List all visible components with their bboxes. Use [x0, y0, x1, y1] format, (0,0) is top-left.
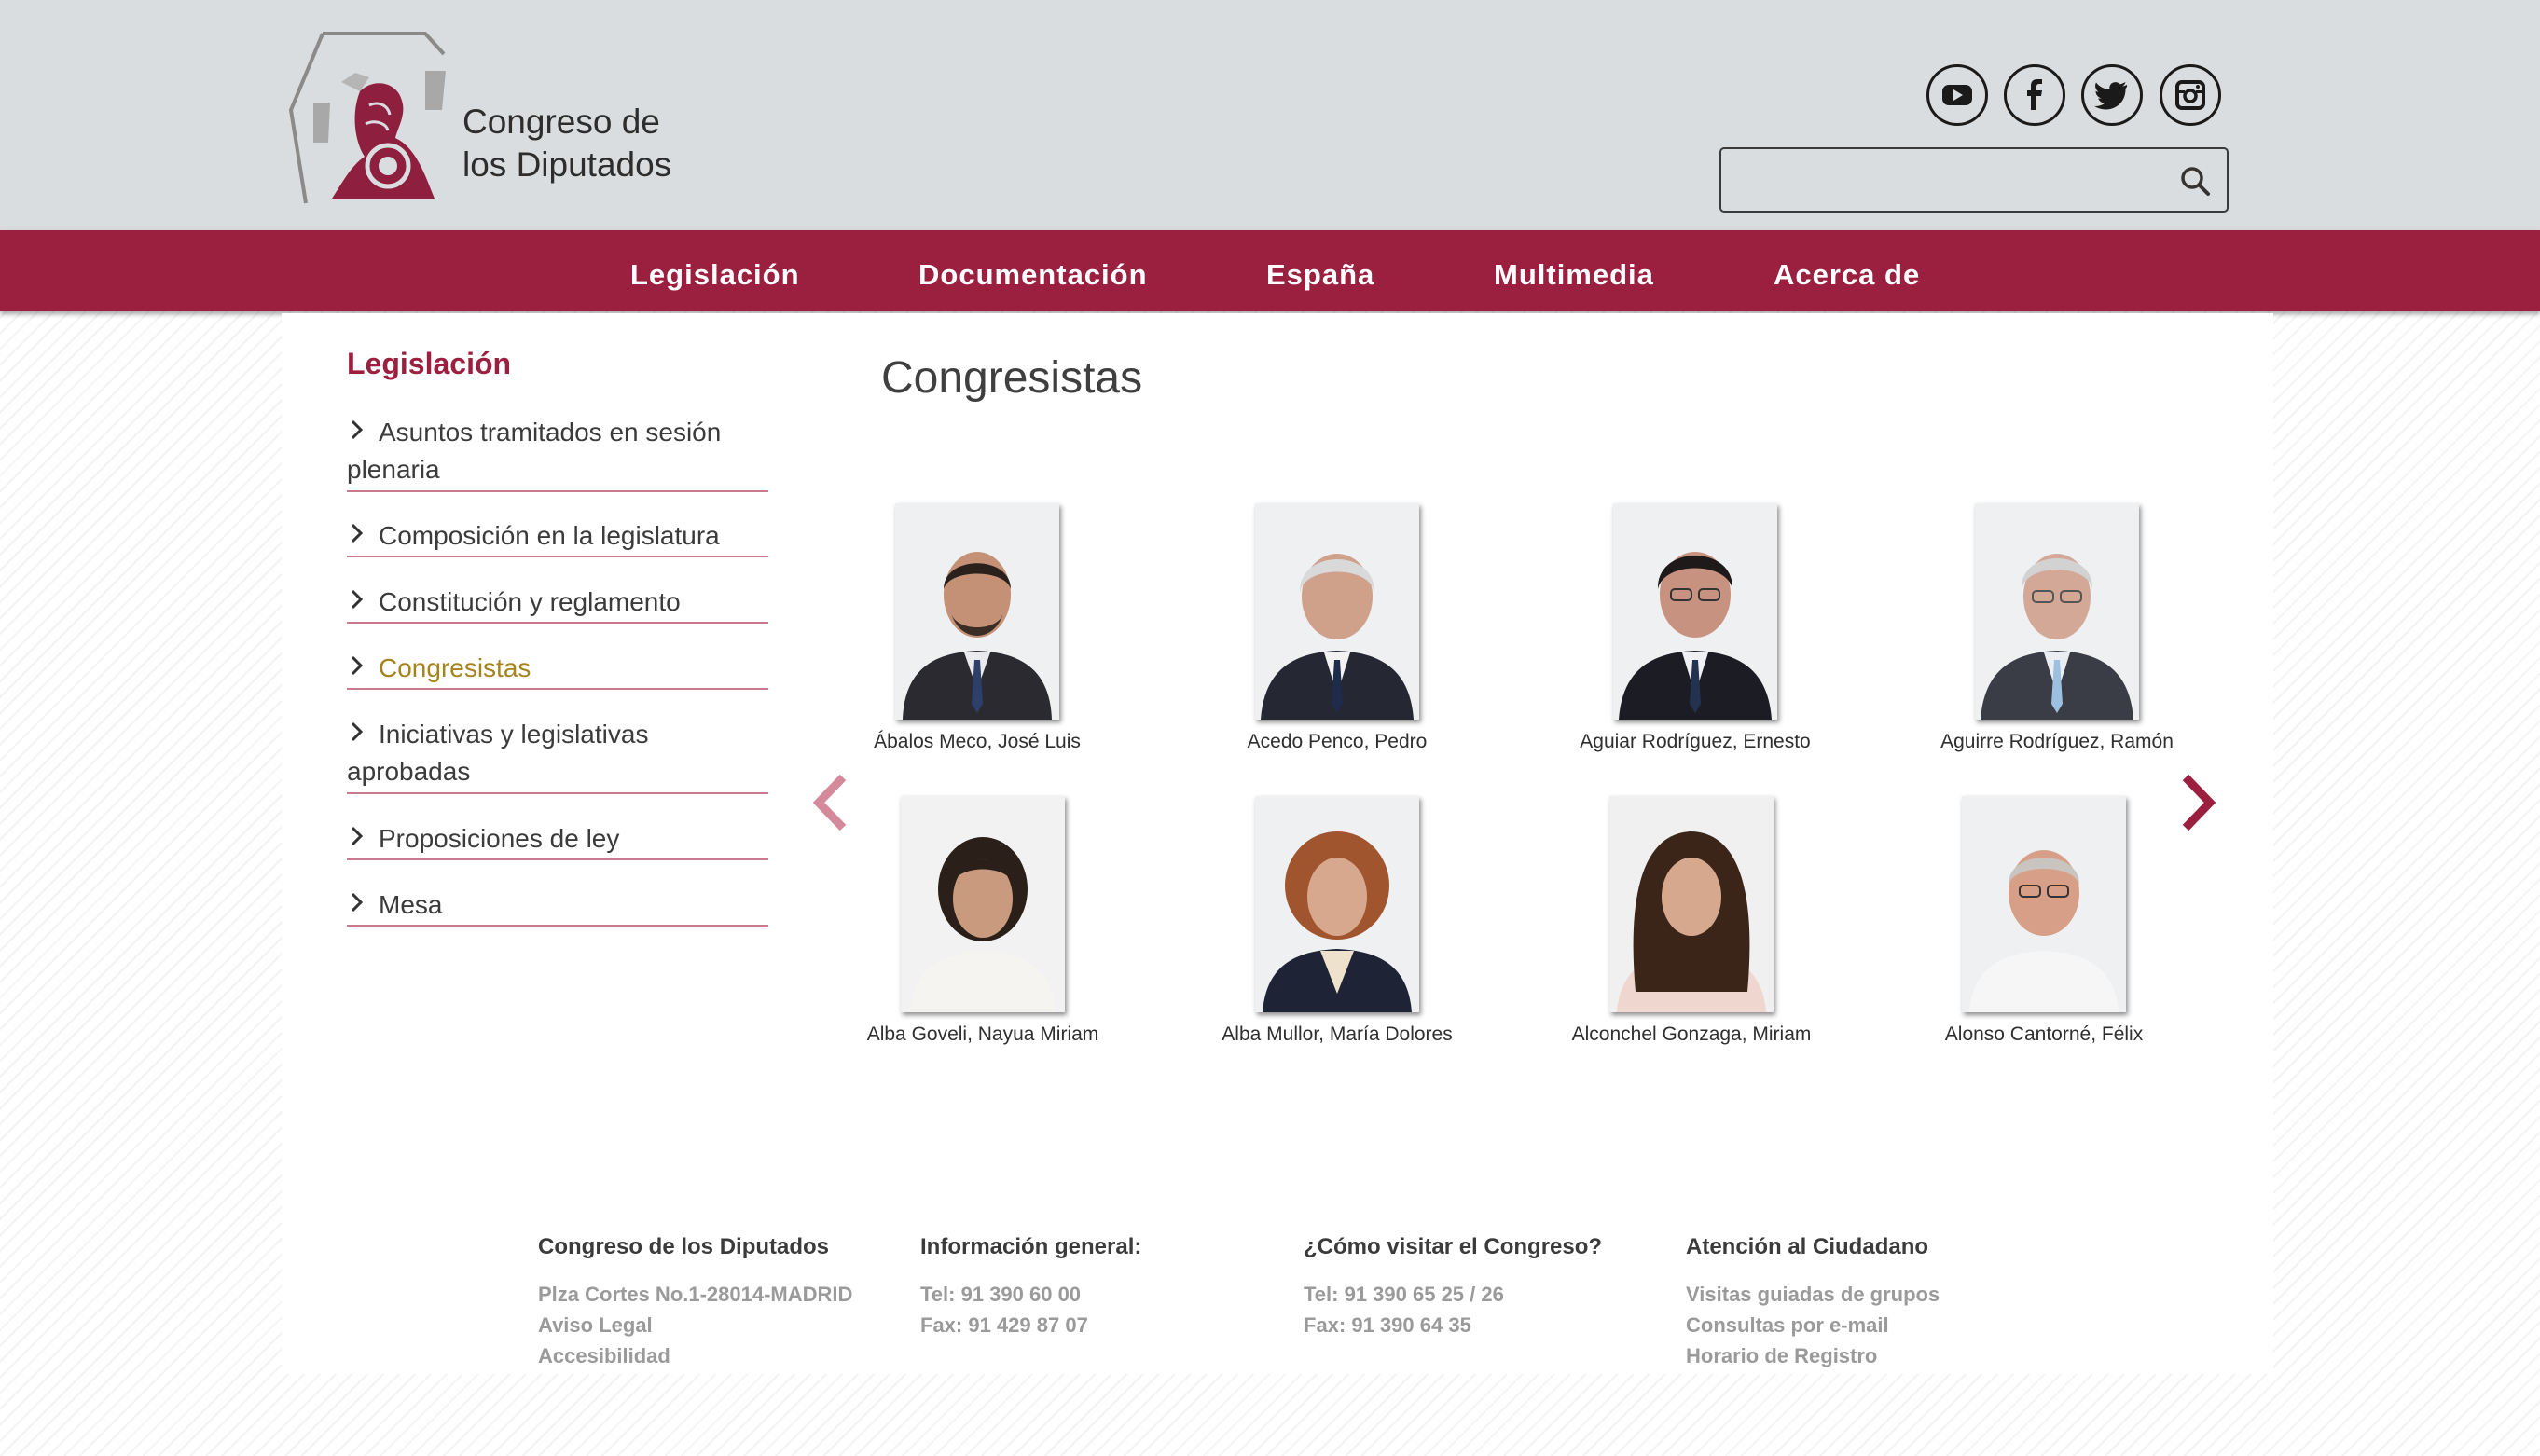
- sidebar-item-label: Asuntos tramitados en sesión plenaria: [347, 418, 722, 484]
- member-photo: [1962, 796, 2126, 1012]
- footer-heading: Información general:: [920, 1234, 1142, 1259]
- person-silhouette-icon: [1255, 503, 1419, 720]
- chevron-right-icon: [351, 589, 364, 610]
- search-input[interactable]: [1731, 157, 2154, 205]
- member-name: Alba Goveli, Nayua Miriam: [866, 1023, 1099, 1045]
- member-card[interactable]: Alonso Cantorné, Félix: [1904, 796, 2184, 1046]
- nav-item-legislacion[interactable]: Legislación: [630, 230, 800, 311]
- nav-item-acerca-de[interactable]: Acerca de: [1774, 230, 1920, 311]
- instagram-icon: [2175, 80, 2205, 110]
- member-card[interactable]: Aguirre Rodríguez, Ramón: [1917, 503, 2197, 753]
- member-card[interactable]: Alba Mullor, María Dolores: [1197, 796, 1477, 1046]
- sidebar-item-mesa[interactable]: Mesa: [347, 886, 768, 927]
- nav-item-espana[interactable]: España: [1266, 230, 1374, 311]
- nav-item-multimedia[interactable]: Multimedia: [1494, 230, 1654, 311]
- twitter-icon: [2094, 82, 2128, 110]
- sidebar-item-iniciativas[interactable]: Iniciativas y legislativas aprobadas: [347, 716, 768, 794]
- footer-link-consultas-email[interactable]: Consultas por e-mail: [1686, 1310, 2059, 1340]
- sidebar-item-composicion[interactable]: Composición en la legislatura: [347, 517, 768, 557]
- member-photo: [1609, 796, 1774, 1012]
- youtube-link[interactable]: [1926, 64, 1988, 126]
- chevron-right-icon: [351, 721, 364, 742]
- member-name: Alconchel Gonzaga, Miriam: [1571, 1023, 1812, 1045]
- member-name: Alonso Cantorné, Félix: [1944, 1023, 2144, 1045]
- person-silhouette-icon: [1609, 796, 1774, 1012]
- footer-link-aviso-legal[interactable]: Aviso Legal: [538, 1310, 911, 1340]
- person-silhouette-icon: [901, 796, 1065, 1012]
- footer-link-horario-registro[interactable]: Horario de Registro: [1686, 1340, 2059, 1371]
- member-name: Aguiar Rodríguez, Ernesto: [1580, 731, 1811, 752]
- nav-item-documentacion[interactable]: Documentación: [918, 230, 1148, 311]
- sidebar-item-label: Constitución y reglamento: [379, 587, 681, 616]
- facebook-icon: [2027, 79, 2042, 110]
- chevron-right-icon: [351, 655, 364, 676]
- footer-link-accesibilidad[interactable]: Accesibilidad: [538, 1340, 911, 1371]
- sidebar-item-label: Mesa: [379, 890, 443, 919]
- footer-heading: Congreso de los Diputados: [538, 1234, 830, 1259]
- sidebar-item-proposiciones[interactable]: Proposiciones de ley: [347, 820, 768, 860]
- member-card[interactable]: Ábalos Meco, José Luis: [837, 503, 1117, 753]
- sidebar-item-label: Iniciativas y legislativas aprobadas: [347, 720, 649, 786]
- footer-fax: Fax: 91 429 87 07: [920, 1313, 1088, 1337]
- person-silhouette-icon: [1613, 503, 1777, 720]
- site-header: Congreso de los Diputados: [0, 0, 2540, 230]
- sidebar-item-asuntos[interactable]: Asuntos tramitados en sesión plenaria: [347, 414, 768, 492]
- logo-text: Congreso de los Diputados: [462, 103, 672, 184]
- search-icon[interactable]: [2176, 162, 2214, 199]
- search-box: [1719, 147, 2229, 213]
- person-silhouette-icon: [895, 503, 1059, 720]
- member-photo: [1255, 796, 1419, 1012]
- footer-column-congreso: Congreso de los Diputados Plza Cortes No…: [538, 1234, 911, 1371]
- member-photo: [1975, 503, 2139, 720]
- main-nav: Legislación Documentación España Multime…: [0, 230, 2540, 311]
- sidebar-item-congresistas[interactable]: Congresistas: [347, 650, 768, 690]
- member-photo: [1613, 503, 1777, 720]
- footer-column-atencion: Atención al Ciudadano Visitas guiadas de…: [1686, 1234, 2059, 1371]
- sidebar-item-label: Proposiciones de ley: [379, 824, 620, 853]
- member-photo: [1255, 503, 1419, 720]
- member-card[interactable]: Alconchel Gonzaga, Miriam: [1552, 796, 1831, 1046]
- member-name: Alba Mullor, María Dolores: [1222, 1023, 1453, 1045]
- footer-phone: Tel: 91 390 65 25 / 26: [1304, 1283, 1504, 1306]
- footer-link-visitas-guiadas[interactable]: Visitas guiadas de grupos: [1686, 1279, 2059, 1310]
- member-card[interactable]: Acedo Penco, Pedro: [1197, 503, 1477, 753]
- twitter-link[interactable]: [2081, 64, 2143, 126]
- member-name: Aguirre Rodríguez, Ramón: [1940, 731, 2174, 752]
- facebook-link[interactable]: [2004, 64, 2065, 126]
- footer-fax: Fax: 91 390 64 35: [1304, 1313, 1471, 1337]
- member-name: Ábalos Meco, José Luis: [874, 731, 1081, 752]
- footer-column-informacion: Información general: Tel: 91 390 60 00 F…: [920, 1234, 1293, 1340]
- member-card[interactable]: Alba Goveli, Nayua Miriam: [843, 796, 1123, 1046]
- footer-phone: Tel: 91 390 60 00: [920, 1283, 1082, 1306]
- footer-column-visitar: ¿Cómo visitar el Congreso? Tel: 91 390 6…: [1304, 1234, 1677, 1340]
- chevron-right-icon: [351, 523, 364, 543]
- site-logo[interactable]: Congreso de los Diputados: [285, 26, 677, 213]
- sidebar-item-label: Congresistas: [379, 653, 531, 682]
- chevron-right-icon: [351, 892, 364, 913]
- footer-address: Plza Cortes No.1-28014-MADRID: [538, 1283, 853, 1306]
- youtube-icon: [1942, 85, 1972, 105]
- person-silhouette-icon: [1962, 796, 2126, 1012]
- person-silhouette-icon: [1255, 796, 1419, 1012]
- footer-heading: ¿Cómo visitar el Congreso?: [1304, 1234, 1603, 1259]
- member-card[interactable]: Aguiar Rodríguez, Ernesto: [1555, 503, 1835, 753]
- member-name: Acedo Penco, Pedro: [1247, 731, 1428, 752]
- instagram-link[interactable]: [2160, 64, 2221, 126]
- member-photo: [895, 503, 1059, 720]
- footer-heading: Atención al Ciudadano: [1686, 1234, 1929, 1259]
- sidebar-item-constitucion[interactable]: Constitución y reglamento: [347, 584, 768, 624]
- page-title: Congresistas: [881, 353, 1143, 403]
- person-silhouette-icon: [1975, 503, 2139, 720]
- chevron-right-icon: [351, 826, 364, 846]
- sidebar-item-label: Composición en la legislatura: [379, 521, 720, 550]
- logo-emblem-icon: [288, 32, 446, 204]
- sidebar-title: Legislación: [347, 347, 512, 380]
- member-photo: [901, 796, 1065, 1012]
- chevron-right-icon: [351, 419, 364, 440]
